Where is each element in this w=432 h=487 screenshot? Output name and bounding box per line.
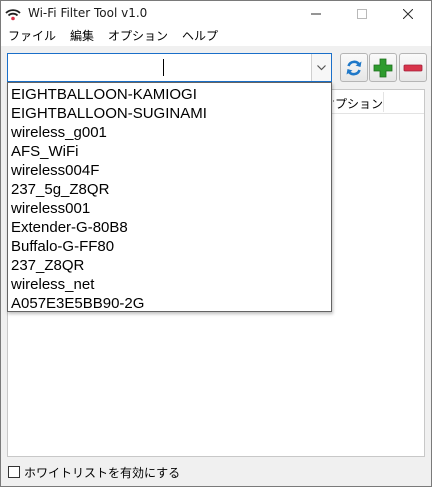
menu-help[interactable]: ヘルプ	[175, 27, 225, 46]
window-title: Wi-Fi Filter Tool v1.0	[28, 6, 148, 20]
remove-button[interactable]	[399, 53, 427, 82]
menu-file[interactable]: ファイル	[1, 27, 63, 46]
minimize-icon	[311, 13, 321, 15]
add-button[interactable]	[369, 53, 397, 82]
text-caret	[163, 59, 164, 76]
combo-dropdown-button[interactable]	[311, 54, 331, 81]
wifi-signal-icon	[5, 9, 21, 21]
close-button[interactable]	[385, 1, 431, 27]
whitelist-checkbox-label[interactable]: ホワイトリストを有効にする	[24, 464, 180, 481]
minimize-button[interactable]	[293, 1, 339, 27]
dropdown-item[interactable]: 237_Z8QR	[8, 256, 331, 275]
dropdown-item[interactable]: Buffalo-G-FF80	[8, 237, 331, 256]
dropdown-item[interactable]: Extender-G-80B8	[8, 218, 331, 237]
app-window: Wi-Fi Filter Tool v1.0 ファイル 編集 オプション ヘルプ	[0, 0, 432, 487]
title-bar[interactable]: Wi-Fi Filter Tool v1.0	[1, 1, 431, 27]
column-divider[interactable]	[383, 92, 384, 112]
menu-edit[interactable]: 編集	[63, 27, 101, 46]
refresh-icon	[346, 60, 362, 75]
dropdown-item[interactable]: wireless_g001	[8, 123, 331, 142]
ssid-dropdown-list[interactable]: EIGHTBALLOON-KAMIOGI EIGHTBALLOON-SUGINA…	[7, 82, 332, 312]
menu-bar: ファイル 編集 オプション ヘルプ	[1, 27, 431, 46]
dropdown-item[interactable]: wireless004F	[8, 161, 331, 180]
chevron-down-icon	[317, 64, 326, 70]
minus-icon	[403, 64, 423, 71]
dropdown-item[interactable]: EIGHTBALLOON-KAMIOGI	[8, 85, 331, 104]
maximize-icon	[357, 9, 367, 19]
menu-options[interactable]: オプション	[101, 27, 175, 46]
ssid-combobox[interactable]	[7, 53, 332, 82]
dropdown-item[interactable]: EIGHTBALLOON-SUGINAMI	[8, 104, 331, 123]
refresh-button[interactable]	[340, 53, 368, 82]
plus-icon	[373, 58, 393, 77]
dropdown-item[interactable]: wireless001	[8, 199, 331, 218]
close-icon	[403, 9, 413, 19]
maximize-button[interactable]	[339, 1, 385, 27]
dropdown-item[interactable]: 237_5g_Z8QR	[8, 180, 331, 199]
dropdown-item[interactable]: A057E3E5BB90-2G	[8, 294, 331, 313]
dropdown-item[interactable]: wireless_net	[8, 275, 331, 294]
status-footer: ホワイトリストを有効にする	[1, 459, 431, 486]
dropdown-item[interactable]: AFS_WiFi	[8, 142, 331, 161]
column-header-options[interactable]: オプション	[333, 95, 383, 112]
whitelist-checkbox[interactable]	[8, 466, 20, 478]
